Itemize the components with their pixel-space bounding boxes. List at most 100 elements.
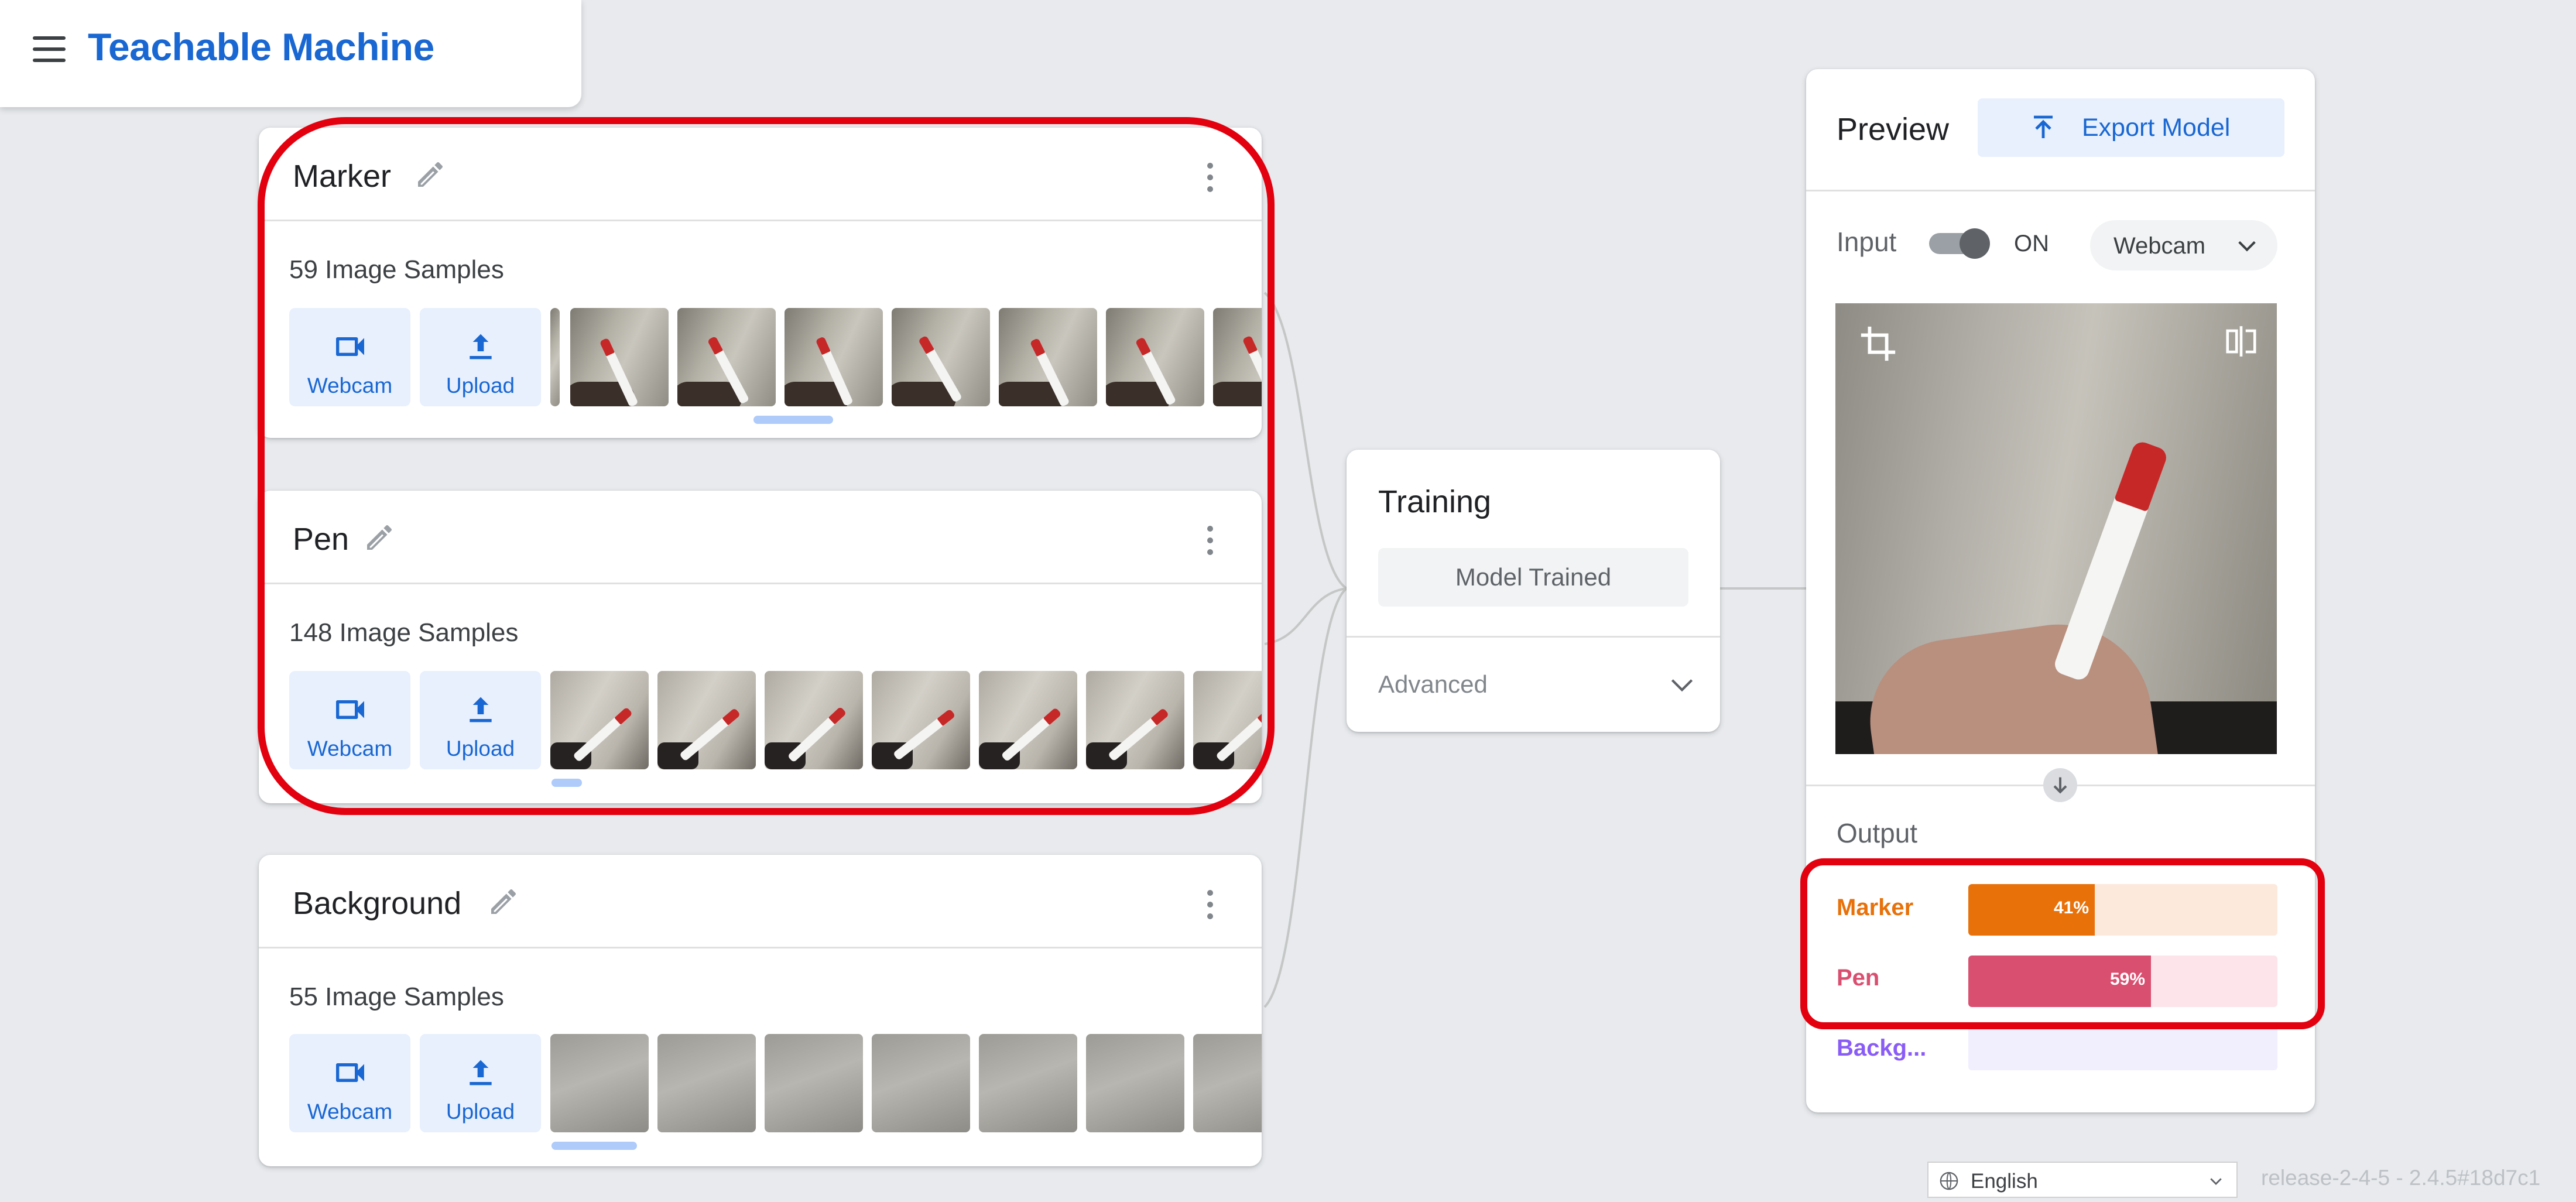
confidence-percent: 59% bbox=[2110, 970, 2146, 989]
edit-pencil-icon[interactable] bbox=[487, 885, 520, 918]
sample-thumbnail[interactable] bbox=[1193, 671, 1262, 769]
output-class-name: Marker bbox=[1837, 895, 1914, 920]
language-value: English bbox=[1971, 1170, 2038, 1193]
sample-thumbnail[interactable] bbox=[570, 308, 669, 406]
input-label: Input bbox=[1837, 227, 1897, 257]
export-label: Export Model bbox=[2082, 114, 2231, 142]
training-card: Training Model Trained Advanced bbox=[1347, 450, 1720, 732]
sample-thumbnail[interactable] bbox=[999, 308, 1097, 406]
sample-thumbnail[interactable] bbox=[892, 308, 990, 406]
sample-thumbnail[interactable] bbox=[979, 1034, 1077, 1132]
toggle-state: ON bbox=[2014, 231, 2049, 256]
upload-label: Upload bbox=[446, 1100, 515, 1124]
divider bbox=[1806, 190, 2315, 191]
class-name[interactable]: Marker bbox=[293, 158, 391, 194]
preview-panel: Preview Export Model Input ON Webcam Out… bbox=[1806, 69, 2315, 1112]
sample-thumbnail[interactable] bbox=[550, 671, 649, 769]
train-model-button[interactable]: Model Trained bbox=[1378, 548, 1688, 607]
sample-scrollbar[interactable] bbox=[551, 1142, 637, 1150]
chevron-down-icon bbox=[2210, 1178, 2222, 1185]
sample-count: 148 Image Samples bbox=[289, 618, 519, 647]
upload-button[interactable]: Upload bbox=[420, 308, 541, 406]
upload-label: Upload bbox=[446, 374, 515, 398]
class-card-pen: Pen 148 Image Samples Webcam Upload bbox=[259, 491, 1262, 803]
chevron-down-icon bbox=[2238, 241, 2256, 252]
upload-label: Upload bbox=[446, 737, 515, 761]
flip-icon[interactable] bbox=[2223, 323, 2259, 359]
class-card-background: Background 55 Image Samples Webcam Uploa… bbox=[259, 855, 1262, 1166]
sample-thumbnail[interactable] bbox=[677, 308, 776, 406]
confidence-bar bbox=[1968, 1026, 2277, 1070]
advanced-toggle[interactable]: Advanced bbox=[1347, 636, 1720, 732]
sample-scrollbar[interactable] bbox=[753, 416, 833, 424]
arrow-down-icon bbox=[2043, 768, 2077, 802]
webcam-button[interactable]: Webcam bbox=[289, 308, 410, 406]
class-name[interactable]: Pen bbox=[293, 521, 349, 557]
webcam-button[interactable]: Webcam bbox=[289, 1034, 410, 1132]
output-class-name: Backg... bbox=[1837, 1035, 1927, 1061]
class-header: Pen bbox=[259, 491, 1262, 584]
sample-thumbnail[interactable] bbox=[872, 1034, 970, 1132]
sample-thumbnail[interactable] bbox=[1086, 671, 1184, 769]
confidence-percent: 41% bbox=[2054, 898, 2089, 917]
input-toggle[interactable] bbox=[1929, 228, 1992, 259]
upload-icon bbox=[470, 334, 492, 359]
class-header: Marker bbox=[259, 128, 1262, 221]
video-camera-icon bbox=[336, 700, 364, 719]
export-model-button[interactable]: Export Model bbox=[1978, 98, 2284, 157]
output-label: Output bbox=[1837, 818, 1918, 848]
video-camera-icon bbox=[336, 337, 364, 356]
class-name[interactable]: Background bbox=[293, 885, 461, 922]
class-card-marker: Marker 59 Image Samples Webcam Upload bbox=[259, 128, 1262, 438]
sample-thumbnail[interactable] bbox=[785, 308, 883, 406]
sample-thumbnail[interactable] bbox=[550, 1034, 649, 1132]
input-source-select[interactable]: Webcam bbox=[2090, 220, 2277, 270]
upload-button[interactable]: Upload bbox=[420, 1034, 541, 1132]
more-options-icon[interactable] bbox=[1205, 890, 1215, 920]
webcam-label: Webcam bbox=[307, 737, 393, 761]
video-camera-icon bbox=[336, 1063, 364, 1082]
output-class-name: Pen bbox=[1837, 965, 1880, 991]
version-label: release-2-4-5 - 2.4.5#18d7c1 bbox=[2261, 1166, 2541, 1190]
webcam-preview bbox=[1835, 303, 2277, 754]
upload-button[interactable]: Upload bbox=[420, 671, 541, 769]
upload-icon bbox=[470, 1060, 492, 1085]
sample-thumbnail[interactable] bbox=[657, 671, 756, 769]
sample-thumbnail[interactable] bbox=[979, 671, 1077, 769]
training-title: Training bbox=[1378, 484, 1492, 519]
confidence-bar: 41% bbox=[1968, 884, 2277, 936]
crop-icon[interactable] bbox=[1858, 323, 1899, 364]
language-select[interactable]: English bbox=[1927, 1162, 2238, 1198]
class-header: Background bbox=[259, 855, 1262, 948]
sample-thumbnail[interactable] bbox=[1086, 1034, 1184, 1132]
sample-thumbnail[interactable] bbox=[1106, 308, 1204, 406]
export-upload-icon bbox=[2034, 115, 2053, 138]
confidence-bar: 59% bbox=[1968, 956, 2277, 1007]
more-options-icon[interactable] bbox=[1205, 163, 1215, 193]
app-title: Teachable Machine bbox=[88, 25, 434, 69]
sample-count: 59 Image Samples bbox=[289, 255, 504, 284]
sample-thumbnail[interactable] bbox=[657, 1034, 756, 1132]
sample-thumbnail[interactable] bbox=[1213, 308, 1262, 406]
app-header: Teachable Machine bbox=[0, 0, 581, 107]
edit-pencil-icon[interactable] bbox=[414, 158, 447, 191]
more-options-icon[interactable] bbox=[1205, 526, 1215, 556]
advanced-label: Advanced bbox=[1378, 670, 1488, 698]
webcam-button[interactable]: Webcam bbox=[289, 671, 410, 769]
webcam-label: Webcam bbox=[307, 374, 393, 398]
preview-title: Preview bbox=[1837, 112, 1950, 147]
sample-scrollbar[interactable] bbox=[551, 779, 582, 787]
sample-count: 55 Image Samples bbox=[289, 982, 504, 1011]
input-source-value: Webcam bbox=[2113, 233, 2206, 259]
sample-thumbnail[interactable] bbox=[765, 1034, 863, 1132]
sample-thumbnail[interactable] bbox=[765, 671, 863, 769]
sample-thumbnail[interactable] bbox=[550, 308, 560, 406]
edit-pencil-icon[interactable] bbox=[363, 521, 396, 554]
upload-icon bbox=[470, 697, 492, 722]
hamburger-menu-icon[interactable] bbox=[33, 36, 66, 62]
sample-thumbnail[interactable] bbox=[1193, 1034, 1262, 1132]
chevron-down-icon bbox=[1671, 679, 1693, 692]
webcam-label: Webcam bbox=[307, 1100, 393, 1124]
sample-thumbnail[interactable] bbox=[872, 671, 970, 769]
globe-icon bbox=[1940, 1172, 1958, 1190]
